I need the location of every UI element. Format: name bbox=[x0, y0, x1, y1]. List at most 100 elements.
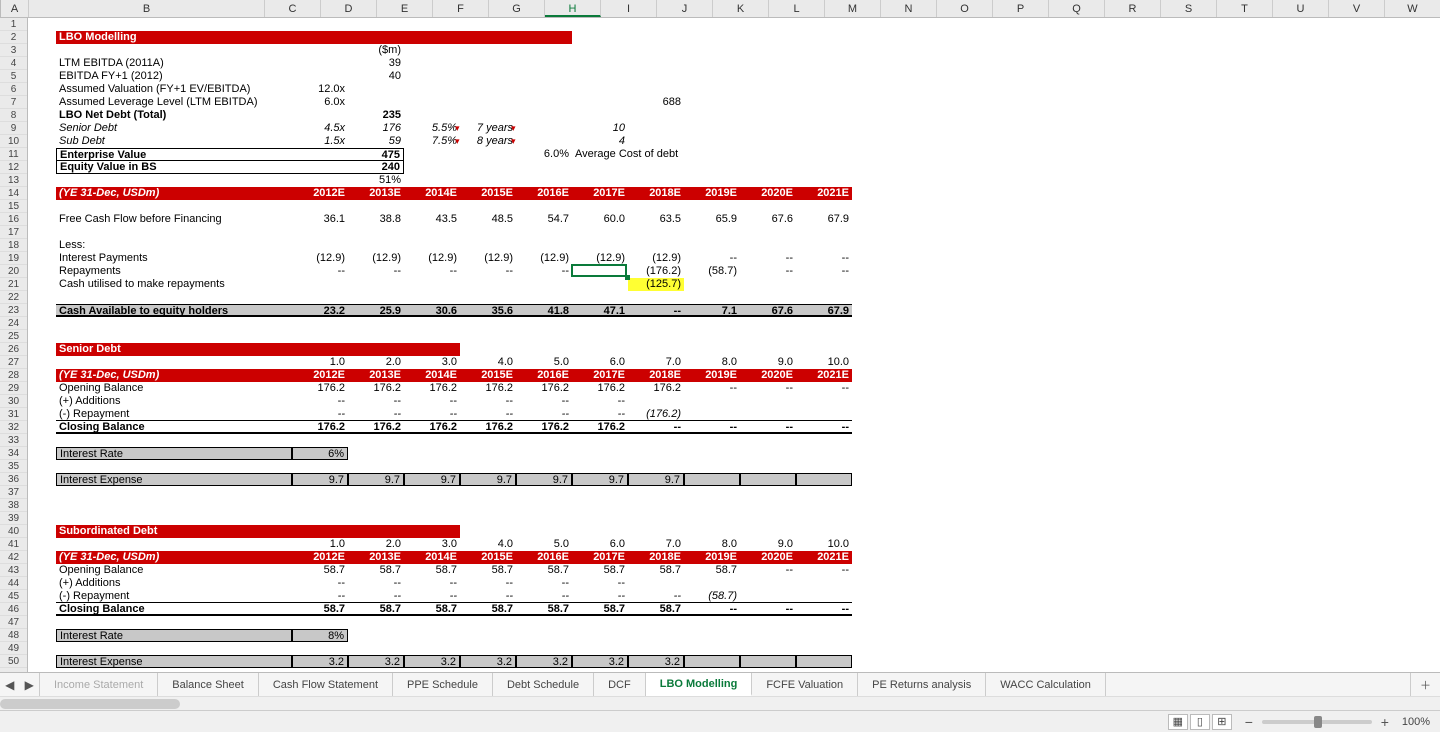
cell-G28[interactable]: 2016E bbox=[516, 369, 572, 382]
cell-E31[interactable]: -- bbox=[404, 408, 460, 421]
cell-G46[interactable]: 58.7 bbox=[516, 603, 572, 616]
cell-H29[interactable]: 176.2 bbox=[572, 382, 628, 395]
row-header-29[interactable]: 29 bbox=[0, 382, 27, 395]
cell-H23[interactable]: 47.1 bbox=[572, 304, 628, 317]
view-normal-button[interactable] bbox=[1168, 714, 1188, 730]
cell-D42[interactable]: 2013E bbox=[348, 551, 404, 564]
cell-H43[interactable]: 58.7 bbox=[572, 564, 628, 577]
cell-I45[interactable]: -- bbox=[628, 590, 684, 603]
cell-E44[interactable]: -- bbox=[404, 577, 460, 590]
cell-F36[interactable]: 9.7 bbox=[460, 473, 516, 486]
cell-E16[interactable]: 43.5 bbox=[404, 213, 460, 226]
cell-E20[interactable]: -- bbox=[404, 265, 460, 278]
cell-B30[interactable]: (+) Additions bbox=[56, 395, 292, 408]
cell-G23[interactable]: 41.8 bbox=[516, 304, 572, 317]
cell-C50[interactable]: 3.2 bbox=[292, 655, 348, 668]
cell-D43[interactable]: 58.7 bbox=[348, 564, 404, 577]
cell-E28[interactable]: 2014E bbox=[404, 369, 460, 382]
cell-I7[interactable]: 688 bbox=[628, 96, 684, 109]
add-sheet-button[interactable]: ＋ bbox=[1410, 673, 1440, 696]
cell-L23[interactable]: 67.9 bbox=[796, 304, 852, 317]
cell-F43[interactable]: 58.7 bbox=[460, 564, 516, 577]
row-header-22[interactable]: 22 bbox=[0, 291, 27, 304]
row-header-4[interactable]: 4 bbox=[0, 57, 27, 70]
column-header-M[interactable]: M bbox=[825, 0, 881, 17]
row-header-3[interactable]: 3 bbox=[0, 44, 27, 57]
cell-I50[interactable]: 3.2 bbox=[628, 655, 684, 668]
column-header-S[interactable]: S bbox=[1161, 0, 1217, 17]
cell-F29[interactable]: 176.2 bbox=[460, 382, 516, 395]
row-header-18[interactable]: 18 bbox=[0, 239, 27, 252]
cell-L41[interactable]: 10.0 bbox=[796, 538, 852, 551]
cell-E36[interactable]: 9.7 bbox=[404, 473, 460, 486]
cell-K36[interactable] bbox=[740, 473, 796, 486]
row-header-41[interactable]: 41 bbox=[0, 538, 27, 551]
column-header-D[interactable]: D bbox=[321, 0, 377, 17]
cell-H30[interactable]: -- bbox=[572, 395, 628, 408]
cell-L43[interactable]: -- bbox=[796, 564, 852, 577]
cell-F45[interactable]: -- bbox=[460, 590, 516, 603]
row-header-30[interactable]: 30 bbox=[0, 395, 27, 408]
cell-L50[interactable] bbox=[796, 655, 852, 668]
row-header-10[interactable]: 10 bbox=[0, 135, 27, 148]
sheet-tab-ppe-schedule[interactable]: PPE Schedule bbox=[393, 673, 493, 696]
cell-B44[interactable]: (+) Additions bbox=[56, 577, 292, 590]
ye-header-1[interactable]: (YE 31-Dec, USDm) bbox=[56, 187, 292, 200]
cell-G14[interactable]: 2016E bbox=[516, 187, 572, 200]
cell-J31[interactable] bbox=[684, 408, 740, 421]
avg-cost-debt-label[interactable]: Average Cost of debt bbox=[572, 148, 740, 161]
cell-D14[interactable]: 2013E bbox=[348, 187, 404, 200]
column-header-A[interactable]: A bbox=[1, 0, 29, 17]
cell-F31[interactable]: -- bbox=[460, 408, 516, 421]
cell-F20[interactable]: -- bbox=[460, 265, 516, 278]
row-header-43[interactable]: 43 bbox=[0, 564, 27, 577]
cell-J29[interactable]: -- bbox=[684, 382, 740, 395]
cell-L27[interactable]: 10.0 bbox=[796, 356, 852, 369]
view-page-layout-button[interactable] bbox=[1190, 714, 1210, 730]
cell-E19[interactable]: (12.9) bbox=[404, 252, 460, 265]
row-header-25[interactable]: 25 bbox=[0, 330, 27, 343]
cell-K20[interactable]: -- bbox=[740, 265, 796, 278]
cell-L30[interactable] bbox=[796, 395, 852, 408]
cell-H14[interactable]: 2017E bbox=[572, 187, 628, 200]
cell-I31[interactable]: (176.2) bbox=[628, 408, 684, 421]
cell-F42[interactable]: 2015E bbox=[460, 551, 516, 564]
cell-I32[interactable]: -- bbox=[628, 421, 684, 434]
cell-B7[interactable]: Assumed Leverage Level (LTM EBITDA) bbox=[56, 96, 292, 109]
cell-C45[interactable]: -- bbox=[292, 590, 348, 603]
cell-B32[interactable]: Closing Balance bbox=[56, 421, 292, 434]
cell-C31[interactable]: -- bbox=[292, 408, 348, 421]
row-header-50[interactable]: 50 bbox=[0, 655, 27, 668]
cell-C20[interactable]: -- bbox=[292, 265, 348, 278]
row-header-33[interactable]: 33 bbox=[0, 434, 27, 447]
column-header-L[interactable]: L bbox=[769, 0, 825, 17]
sheet-tab-balance-sheet[interactable]: Balance Sheet bbox=[158, 673, 259, 696]
cash-avail-label[interactable]: Cash Available to equity holders bbox=[56, 304, 292, 317]
row-header-42[interactable]: 42 bbox=[0, 551, 27, 564]
row-header-19[interactable]: 19 bbox=[0, 252, 27, 265]
ye-header-2[interactable]: (YE 31-Dec, USDm) bbox=[56, 369, 292, 382]
cell-C14[interactable]: 2012E bbox=[292, 187, 348, 200]
cell-J50[interactable] bbox=[684, 655, 740, 668]
cell-G29[interactable]: 176.2 bbox=[516, 382, 572, 395]
column-header-F[interactable]: F bbox=[433, 0, 489, 17]
cell-B29[interactable]: Opening Balance bbox=[56, 382, 292, 395]
cell-D41[interactable]: 2.0 bbox=[348, 538, 404, 551]
cell-E50[interactable]: 3.2 bbox=[404, 655, 460, 668]
cell-J41[interactable]: 8.0 bbox=[684, 538, 740, 551]
cell-C34[interactable]: 6% bbox=[292, 447, 348, 460]
cell-B46[interactable]: Closing Balance bbox=[56, 603, 292, 616]
cell-G19[interactable]: (12.9) bbox=[516, 252, 572, 265]
cell-I46[interactable]: 58.7 bbox=[628, 603, 684, 616]
row-header-36[interactable]: 36 bbox=[0, 473, 27, 486]
cell-H10[interactable]: 4 bbox=[572, 135, 628, 148]
cell-D29[interactable]: 176.2 bbox=[348, 382, 404, 395]
column-header-N[interactable]: N bbox=[881, 0, 937, 17]
column-header-W[interactable]: W bbox=[1385, 0, 1440, 17]
row-header-49[interactable]: 49 bbox=[0, 642, 27, 655]
cell-C27[interactable]: 1.0 bbox=[292, 356, 348, 369]
sheet-tab-debt-schedule[interactable]: Debt Schedule bbox=[493, 673, 594, 696]
cell-E42[interactable]: 2014E bbox=[404, 551, 460, 564]
ye-header-3[interactable]: (YE 31-Dec, USDm) bbox=[56, 551, 292, 564]
column-header-O[interactable]: O bbox=[937, 0, 993, 17]
